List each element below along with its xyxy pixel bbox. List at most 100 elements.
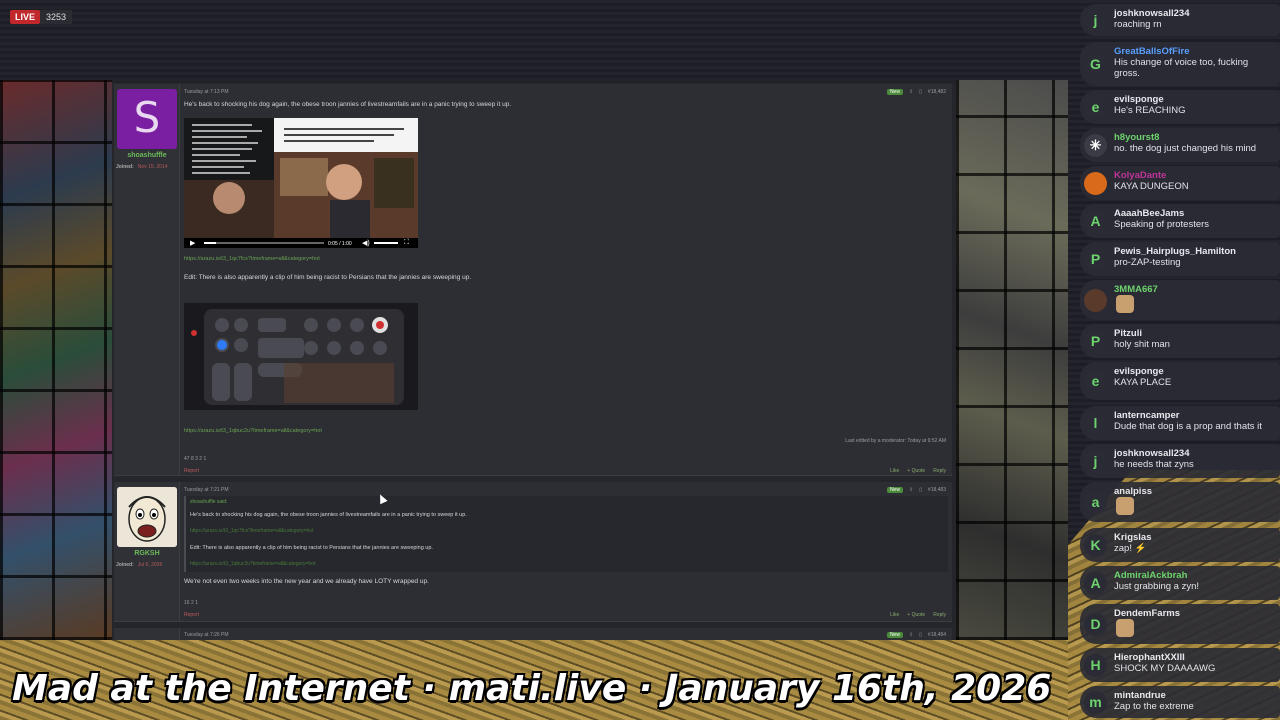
joined-label: Joined: [116,562,134,568]
chat-username[interactable]: h8yourst8 [1114,132,1159,143]
video-embed[interactable]: ▶ 0:05 / 1:00 ◀) ⛶ [184,118,418,248]
emote-icon [1116,295,1134,313]
avatar[interactable] [117,487,177,547]
chat-username[interactable]: DendemFarms [1114,608,1180,619]
avatar[interactable]: S [117,89,177,149]
image-embed[interactable] [184,303,418,410]
chat-avatar[interactable]: A [1084,572,1107,595]
reply-button[interactable]: Reply [933,468,946,474]
chat-username[interactable]: Pitzuli [1114,328,1142,339]
chat-username[interactable]: KolyaDante [1114,170,1166,181]
chat-username[interactable]: lanterncamper [1114,410,1179,421]
like-button[interactable]: Like [890,468,899,474]
viewer-count: 3253 [40,10,73,24]
user-card: RGKSH Joined: Jul 6, 2026 [114,482,180,621]
chat-text: zap! ⚡ [1114,543,1147,554]
chat-text: roaching rn [1114,19,1162,30]
like-button[interactable]: Like [890,612,899,618]
chat-username[interactable]: evilsponge [1114,94,1164,105]
chat-username[interactable]: joshknowsall234 [1114,8,1190,19]
chat-avatar[interactable]: j [1084,9,1107,32]
chat-message: A AdmiralAckbrah Just grabbing a zyn! [1080,566,1280,600]
chat-text: Dude that dog is a prop and thats it [1114,421,1262,432]
quote-button[interactable]: + Quote [907,612,925,618]
chat-avatar[interactable]: j [1084,450,1107,473]
chat-avatar[interactable]: P [1084,248,1107,271]
quote-link[interactable]: https://arazu.is/t3_1qbuc2u?timeframe=al… [190,561,315,567]
reply-button[interactable]: Reply [933,612,946,618]
play-icon[interactable]: ▶ [190,239,195,247]
chat-username[interactable]: HierophantXXIII [1114,652,1185,663]
report-link[interactable]: Report [184,612,952,618]
post-date[interactable]: Tuesday at 7:13 PM [184,89,952,95]
quote-link[interactable]: https://arazu.is/t3_1qc7fcs?timeframe=al… [190,528,313,534]
post-link[interactable]: https://arazu.is/t3_1qc7fcs?timeframe=al… [184,256,952,262]
volume-slider[interactable] [374,242,398,244]
reaction-summary[interactable]: 16 2 1 [184,600,952,606]
chat-username[interactable]: joshknowsall234 [1114,448,1190,459]
chat-username[interactable]: evilsponge [1114,366,1164,377]
chat-message: a analpiss [1080,482,1280,522]
chat-avatar[interactable]: l [1084,412,1107,435]
chat-text: Zap to the extreme [1114,701,1194,712]
post-number[interactable]: #18,484 [928,632,946,638]
post-date[interactable]: Tuesday at 7:21 PM [184,487,952,493]
post-number[interactable]: #18,482 [928,89,946,95]
volume-icon[interactable]: ◀) [362,239,370,247]
chat-message: P Pitzuli holy shit man [1080,324,1280,358]
chat-username[interactable]: 3MMA667 [1114,284,1158,295]
share-icon[interactable]: ⇪ [909,632,913,638]
bookmark-icon[interactable]: ▯ [919,89,922,95]
chat-avatar[interactable]: G [1084,53,1107,76]
new-badge: New [886,632,903,638]
chat-username[interactable]: Krigslas [1114,532,1152,543]
username[interactable]: shoashuffle [114,152,180,159]
chat-avatar[interactable]: e [1084,96,1107,119]
forum-post: RGKSH Joined: Jul 6, 2026 Tuesday at 7:21… [114,482,952,622]
quote-button[interactable]: + Quote [907,468,925,474]
chat-avatar[interactable]: e [1084,370,1107,393]
username[interactable]: RGKSH [114,550,180,557]
reaction-summary[interactable]: 47 8 3 2 1 [184,456,952,462]
joined-date: Nov 15, 2014 [137,164,168,170]
chat-username[interactable]: GreatBallsOfFire [1114,46,1190,57]
chat-message: A AaaahBeeJams Speaking of protesters [1080,204,1280,238]
chat-message: l lanterncamper Dude that dog is a prop an… [1080,406,1280,440]
chat-avatar[interactable]: H [1084,654,1107,677]
post-number[interactable]: #18,483 [928,487,946,493]
chat-avatar[interactable]: K [1084,534,1107,557]
post-date[interactable]: Tuesday at 7:26 PM [184,632,952,638]
fullscreen-icon[interactable]: ⛶ [404,239,409,247]
edited-note: Last edited by a moderator: Today at 9:5… [845,438,946,444]
chat-avatar[interactable] [1084,289,1107,312]
chat-username[interactable]: AaaahBeeJams [1114,208,1184,219]
chat-avatar[interactable]: ✳ [1084,134,1107,157]
chat-avatar[interactable]: a [1084,491,1107,514]
report-link[interactable]: Report [184,468,952,474]
chat-text: no. the dog just changed his mind [1114,143,1257,154]
chat-avatar[interactable]: D [1084,613,1107,636]
chat-username[interactable]: analpiss [1114,486,1152,497]
video-progress[interactable] [204,242,324,244]
chat-avatar[interactable] [1084,172,1107,195]
share-icon[interactable]: ⇪ [909,89,913,95]
bookmark-icon[interactable]: ▯ [919,487,922,493]
post-header-tools: New ⇪ ▯ #18,482 [886,89,946,95]
post-link[interactable]: https://arazu.is/t3_1qbuc2u?timeframe=al… [184,428,952,434]
post-actions: Like + Quote Reply [890,468,946,474]
chat-avatar[interactable]: m [1084,691,1107,714]
chat-text: Speaking of protesters [1114,219,1210,230]
quote-text: He's back to shocking his dog again, the… [190,512,467,518]
chat-username[interactable]: mintandrue [1114,690,1166,701]
chat-avatar[interactable]: A [1084,210,1107,233]
chat-avatar[interactable]: P [1084,330,1107,353]
quote-author[interactable]: shoashuffle said: [190,499,227,505]
chat-username[interactable]: AdmiralAckbrah [1114,570,1187,581]
live-indicator: LIVE 3253 [10,10,73,24]
chat-text: He's REACHING [1114,105,1186,116]
bookmark-icon[interactable]: ▯ [919,632,922,638]
user-card [114,628,180,640]
share-icon[interactable]: ⇪ [909,487,913,493]
chat-text: Just grabbing a zyn! [1114,581,1200,592]
chat-username[interactable]: Pewis_Hairplugs_Hamilton [1114,246,1236,257]
